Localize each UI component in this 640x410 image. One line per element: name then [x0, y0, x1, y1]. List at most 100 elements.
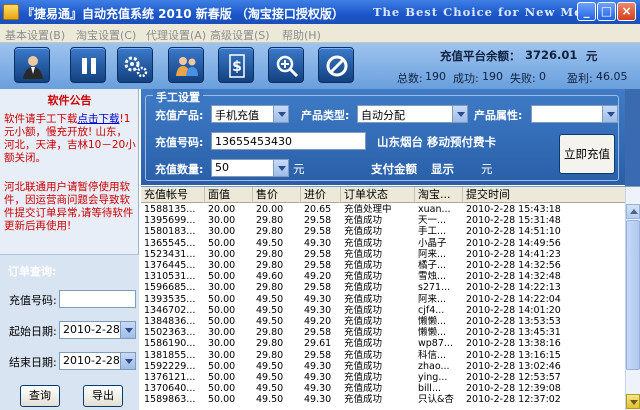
table-cell: 49.50 — [256, 360, 284, 372]
table-row[interactable]: 1365545... 50.00 49.50 49.30 充值成功 小晶子 2010-2-2… — [141, 238, 625, 249]
table-row[interactable]: 1370640... 50.00 49.50 49.30 充值成功 bill... 2010… — [141, 383, 625, 394]
export-button[interactable]: 导出 — [83, 385, 123, 407]
chevron-down-icon[interactable] — [452, 106, 467, 122]
table-row[interactable]: 1310531... 50.00 49.60 49.20 充值成功 雪烛... 2010-2… — [141, 271, 625, 282]
table-row[interactable]: 1381855... 30.00 29.80 29.58 充值成功 科信... 2010-2… — [141, 350, 625, 361]
recharge-button[interactable]: $ — [218, 47, 254, 83]
table-cell: 2010-2-28 15:31:48 — [466, 215, 561, 227]
table-cell: 49.50 — [256, 394, 284, 406]
start-date-picker[interactable]: 2010-2-28 — [59, 321, 136, 339]
table-cell: bill... — [418, 383, 442, 395]
chevron-down-icon[interactable] — [120, 353, 135, 369]
col-status[interactable]: 订单状态 — [341, 187, 415, 203]
table-scrollbar[interactable] — [625, 187, 640, 410]
fail-count: 0 — [539, 70, 546, 83]
query-title: 订单查询: — [8, 265, 57, 278]
order-number-input[interactable] — [59, 290, 136, 308]
table-row[interactable]: 1580183... 30.00 29.80 29.58 充值成功 手工... 2010-2… — [141, 226, 625, 237]
table-cell: 2010-2-28 12:53:57 — [466, 372, 561, 383]
table-row[interactable]: 1346702... 50.00 49.50 49.30 充值成功 cjf4... 2010… — [141, 305, 625, 316]
chevron-down-icon[interactable] — [273, 106, 288, 122]
users-button[interactable] — [168, 47, 204, 83]
type-select[interactable]: 自动分配 — [357, 105, 468, 123]
table-cell: 29.80 — [256, 282, 284, 294]
table-cell: 50.00 — [208, 316, 236, 327]
table-cell: cjf4... — [418, 304, 445, 316]
table-cell: 充值成功 — [344, 260, 383, 271]
maximize-button[interactable]: □ — [597, 2, 616, 21]
quantity-value: 50 — [215, 161, 229, 174]
user-button[interactable] — [14, 47, 50, 83]
table-cell: 1588135... — [144, 204, 196, 215]
query-button[interactable]: 查询 — [20, 385, 60, 407]
menu-help[interactable]: 帮助(H) — [282, 27, 321, 43]
col-sale-price[interactable]: 售价 — [253, 187, 301, 203]
table-row[interactable]: 1596685... 30.00 29.80 29.58 充值成功 s271... 2010… — [141, 282, 625, 293]
scroll-down-icon[interactable] — [626, 394, 640, 409]
col-submit-time[interactable]: 提交时间 — [463, 187, 625, 203]
chevron-down-icon[interactable] — [120, 322, 135, 338]
close-button[interactable]: × — [617, 2, 636, 21]
table-cell: 2010-2-28 14:01:20 — [466, 304, 561, 316]
table-cell: 充值成功 — [344, 226, 383, 238]
table-cell: 2010-2-28 14:49:56 — [466, 237, 561, 249]
minimize-button[interactable]: _ — [577, 2, 596, 21]
table-cell: xuan... — [418, 204, 451, 215]
chevron-down-icon[interactable] — [602, 106, 617, 122]
table-cell: 50.00 — [208, 360, 236, 372]
product-select[interactable]: 手机充值 — [211, 105, 289, 123]
table-cell: 29.58 — [304, 327, 332, 339]
table-row[interactable]: 1393535... 50.00 49.50 49.30 充值成功 阿来... 2010-2… — [141, 294, 625, 305]
scroll-up-icon[interactable] — [626, 204, 640, 219]
recharge-number-input[interactable] — [211, 132, 366, 150]
table-cell: 2010-2-28 13:45:31 — [466, 327, 561, 339]
table-cell: 30.00 — [208, 327, 236, 339]
end-date-picker[interactable]: 2010-2-28 — [59, 352, 136, 370]
menu-proxy-settings[interactable]: 代理设置(A) — [146, 27, 206, 43]
col-taobao[interactable]: 淘宝... — [415, 187, 463, 203]
attr-label: 产品属性: — [474, 109, 523, 122]
table-row[interactable]: 1592229... 50.00 49.50 49.30 充值成功 zhao... 2010… — [141, 361, 625, 372]
table-row[interactable]: 1376121... 50.00 49.50 49.30 充值成功 ying... 2010… — [141, 372, 625, 383]
app-icon — [3, 4, 19, 20]
table-row[interactable]: 1384836... 50.00 49.50 49.20 充值成功 懒懒... 2010-2… — [141, 316, 625, 327]
table-row[interactable]: 1502363... 30.00 29.80 29.58 充值成功 懒懒... 2010-2… — [141, 327, 625, 338]
table-cell: 50.00 — [208, 383, 236, 395]
notice-title: 软件公告 — [47, 94, 92, 107]
table-cell: 1592229... — [144, 360, 196, 372]
table-cell: 1580183... — [144, 226, 196, 238]
chevron-down-icon[interactable] — [273, 160, 288, 176]
stop-button[interactable] — [318, 47, 354, 83]
table-cell: 2010-2-28 13:02:46 — [466, 360, 561, 372]
table-row[interactable]: 1395699... 30.00 29.80 29.58 充值成功 天一... 2010-2… — [141, 215, 625, 226]
col-face-value[interactable]: 面值 — [205, 187, 253, 203]
zoom-button[interactable] — [268, 47, 304, 83]
col-account[interactable]: 充值帐号 — [141, 187, 205, 203]
menu-taobao-settings[interactable]: 淘宝设置(C) — [76, 27, 136, 43]
col-cost-price[interactable]: 进价 — [301, 187, 341, 203]
settings-button[interactable] — [117, 47, 153, 83]
table-row[interactable]: 1586190... 30.00 29.80 29.61 充值成功 wp87... 2010… — [141, 338, 625, 349]
table-cell: 充值成功 — [344, 282, 383, 294]
table-cell: 2010-2-28 13:38:16 — [466, 338, 561, 350]
table-cell: 1346702... — [144, 304, 196, 316]
menu-basic-settings[interactable]: 基本设置(B) — [5, 27, 65, 43]
download-link[interactable]: 点击下载 — [78, 113, 120, 125]
table-row[interactable]: 1376445... 30.00 29.80 29.58 充值成功 橘子... 2010-2… — [141, 260, 625, 271]
table-cell: 充值成功 — [344, 349, 383, 361]
table-row[interactable]: 1588135... 20.00 20.00 20.65 充值处理中 xuan... 201… — [141, 204, 625, 215]
start-date-label: 起始日期: — [9, 325, 57, 338]
quantity-select[interactable]: 50 — [211, 159, 289, 177]
table-cell: 2010-2-28 13:16:15 — [466, 349, 561, 361]
attr-select[interactable] — [531, 105, 618, 123]
table-row[interactable]: 1523431... 30.00 29.80 29.58 充值成功 阿来... 2010-2… — [141, 249, 625, 260]
table-row[interactable]: 1589863... 50.00 49.50 49.30 充值成功 只认&杏 2010-2-… — [141, 394, 625, 405]
table-cell: 49.50 — [256, 383, 284, 395]
recharge-now-button[interactable]: 立即充值 — [559, 134, 615, 174]
dollar-icon: $ — [229, 54, 245, 78]
table-cell: 49.30 — [304, 237, 332, 249]
pause-button[interactable] — [70, 47, 106, 83]
menu-advanced-settings[interactable]: 高级设置(S) — [210, 27, 270, 43]
table-cell: 1393535... — [144, 293, 196, 305]
scroll-thumb[interactable] — [626, 220, 640, 370]
